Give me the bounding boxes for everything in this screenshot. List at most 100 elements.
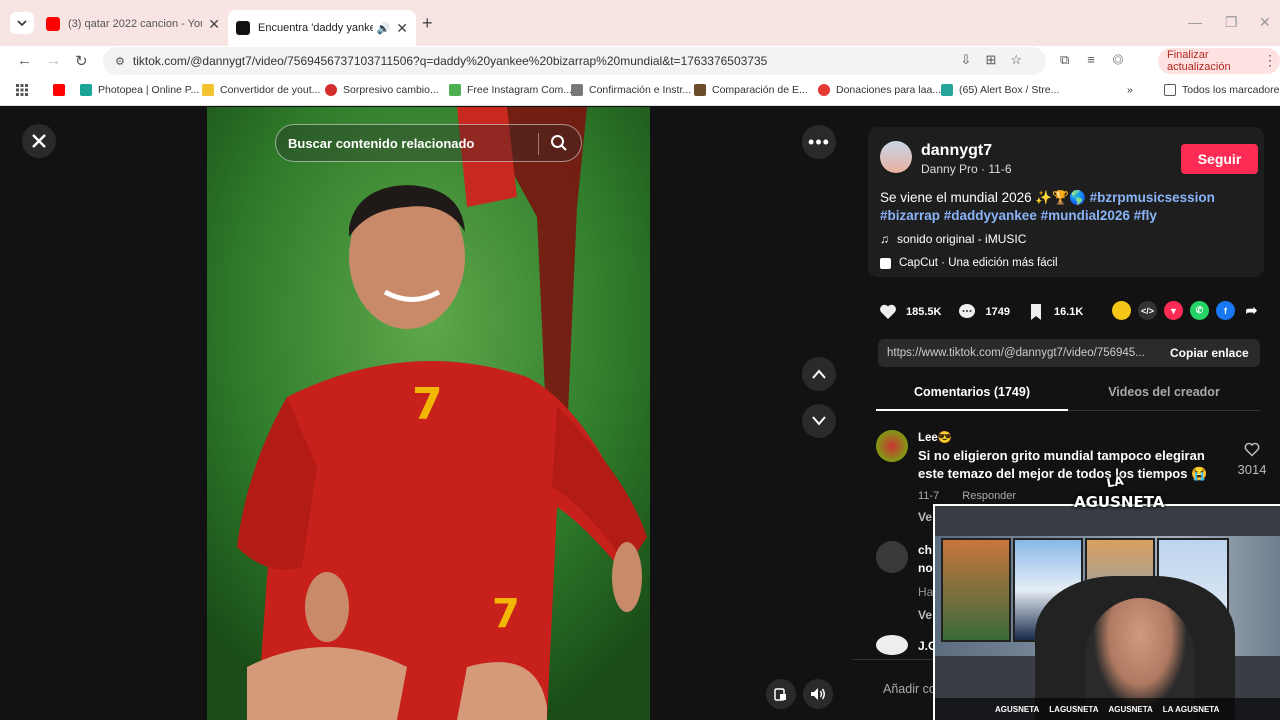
video-player[interactable]: 7 7 bbox=[207, 107, 650, 720]
volume-button[interactable] bbox=[803, 679, 833, 709]
close-tab-icon[interactable]: ✕ bbox=[396, 20, 408, 37]
bookmark-label: Sorpresivo cambio... bbox=[343, 84, 439, 96]
previous-video-button[interactable] bbox=[802, 357, 836, 391]
sound-label: sonido original - iMUSIC bbox=[897, 232, 1027, 246]
pip-icon bbox=[774, 688, 786, 701]
donation-icon bbox=[818, 84, 830, 96]
username[interactable]: dannygt7 bbox=[921, 142, 992, 160]
forward-button[interactable]: → bbox=[46, 52, 61, 69]
bookmark-item[interactable]: Photopea | Online P... bbox=[80, 84, 199, 96]
facebook-icon[interactable]: f bbox=[1216, 301, 1235, 320]
next-video-button[interactable] bbox=[802, 404, 836, 438]
address-bar[interactable]: ⚙ tiktok.com/@dannygt7/video/75694567371… bbox=[103, 47, 1046, 75]
coin-icon[interactable] bbox=[1112, 301, 1131, 320]
video-link[interactable]: https://www.tiktok.com/@dannygt7/video/7… bbox=[878, 347, 1160, 359]
share-arrow-icon[interactable]: ➦ bbox=[1242, 301, 1261, 320]
whatsapp-icon[interactable]: ✆ bbox=[1190, 301, 1209, 320]
hashtag-link[interactable]: #bizarrap #daddyyankee #mundial2026 #fly bbox=[880, 208, 1157, 223]
capcut-link[interactable]: CapCut · Una edición más fácil bbox=[880, 257, 1058, 269]
bookmark-item[interactable]: Confirmación e Instr... bbox=[571, 84, 691, 96]
webcam-overlay: AGUSNETA LAGUSNETA AGUSNETA LA AGUSNETA bbox=[933, 504, 1280, 720]
close-window-button[interactable]: ✕ bbox=[1259, 14, 1271, 31]
all-bookmarks-label: Todos los marcadores bbox=[1182, 84, 1280, 96]
close-video-button[interactable] bbox=[22, 124, 56, 158]
url-text[interactable]: tiktok.com/@dannygt7/video/7569456737103… bbox=[133, 54, 767, 68]
avatar[interactable] bbox=[876, 541, 908, 573]
comment-icon bbox=[959, 304, 976, 318]
bookmark-item[interactable]: (65) Alert Box / Stre... bbox=[941, 84, 1059, 96]
more-bookmarks-icon[interactable]: » bbox=[1127, 84, 1133, 96]
reply-button[interactable]: Responder bbox=[962, 490, 1016, 502]
comment-like-button[interactable]: 3014 bbox=[1232, 442, 1272, 477]
view-replies[interactable]: Ve bbox=[918, 510, 932, 524]
folder-icon bbox=[202, 84, 214, 96]
apps-icon[interactable] bbox=[16, 84, 28, 96]
post-caption: Se viene el mundial 2026 ✨🏆🌎 #bzrpmusics… bbox=[880, 189, 1250, 225]
link-icon bbox=[571, 84, 583, 96]
avatar[interactable] bbox=[876, 430, 908, 462]
tab-youtube[interactable]: (3) qatar 2022 cancion - YouTube ✕ bbox=[38, 10, 228, 38]
search-icon[interactable] bbox=[550, 134, 568, 155]
all-bookmarks[interactable]: Todos los marcadores bbox=[1164, 84, 1280, 96]
close-icon bbox=[32, 134, 46, 148]
youtube-handle: LA AGUSNETA bbox=[1162, 704, 1220, 714]
tab-strip: (3) qatar 2022 cancion - YouTube ✕ Encue… bbox=[0, 0, 1280, 46]
send-icon[interactable]: ▼ bbox=[1164, 301, 1183, 320]
minimize-button[interactable]: — bbox=[1188, 14, 1202, 30]
bookmark-item[interactable]: Comparación de E... bbox=[694, 84, 808, 96]
bookmark-item[interactable]: Convertidor de yout... bbox=[202, 84, 320, 96]
engagement-stats: 185.5K 1749 16.1K bbox=[878, 300, 1099, 324]
tab-search-button[interactable] bbox=[10, 12, 34, 34]
heart-outline-icon bbox=[1244, 442, 1260, 457]
back-button[interactable]: ← bbox=[17, 52, 32, 69]
video-frame-image: 7 7 bbox=[207, 107, 650, 720]
reload-button[interactable]: ↻ bbox=[75, 52, 88, 70]
menu-icon[interactable]: ⋮ bbox=[1263, 52, 1277, 69]
speaker-icon[interactable]: 🔊 bbox=[377, 22, 391, 35]
youtube-icon bbox=[46, 17, 60, 31]
tab-tiktok[interactable]: Encuentra 'daddy yankee b 🔊 ✕ bbox=[228, 10, 416, 46]
restore-button[interactable]: ❐ bbox=[1225, 14, 1238, 31]
more-options-button[interactable]: ••• bbox=[802, 125, 836, 159]
new-tab-button[interactable]: + bbox=[422, 13, 433, 34]
view-replies[interactable]: Ve bbox=[918, 608, 932, 622]
like-button[interactable]: 185.5K bbox=[878, 302, 941, 322]
related-search-input[interactable]: Buscar contenido relacionado bbox=[275, 124, 582, 162]
close-tab-icon[interactable]: ✕ bbox=[208, 16, 220, 33]
tab-creator-videos[interactable]: Videos del creador bbox=[1068, 385, 1260, 399]
hashtag-link[interactable]: #bzrpmusicsession bbox=[1090, 190, 1215, 205]
update-button[interactable]: Finalizar actualización bbox=[1158, 48, 1280, 74]
comment-username[interactable]: ch bbox=[918, 543, 932, 557]
picture-in-picture-button[interactable] bbox=[766, 679, 796, 709]
photopea-icon bbox=[80, 84, 92, 96]
copy-link-button[interactable]: Copiar enlace bbox=[1160, 346, 1249, 360]
comment-button[interactable]: 1749 bbox=[957, 302, 1010, 322]
bookmark-label: Free Instagram Com... bbox=[467, 84, 573, 96]
tiktok-icon bbox=[236, 21, 250, 35]
tab-comments[interactable]: Comentarios (1749) bbox=[876, 385, 1068, 399]
compare-icon bbox=[694, 84, 706, 96]
bookmark-item[interactable]: Donaciones para laa... bbox=[818, 84, 941, 96]
comment-count: 1749 bbox=[985, 306, 1010, 318]
comment-username[interactable]: Lee😎 bbox=[918, 430, 952, 444]
embed-icon[interactable]: </> bbox=[1138, 301, 1157, 320]
save-button[interactable]: 16.1K bbox=[1026, 302, 1083, 322]
bookmark-item[interactable]: Free Instagram Com... bbox=[449, 84, 572, 96]
extension-icons[interactable]: ⧉≡◎ bbox=[1060, 52, 1141, 68]
user-subtitle: Danny Pro · 11-6 bbox=[921, 162, 1012, 176]
site-info-icon[interactable]: ⚙ bbox=[115, 55, 125, 68]
follow-button[interactable]: Seguir bbox=[1181, 144, 1258, 174]
divider bbox=[538, 133, 539, 155]
comment-like-count: 3014 bbox=[1237, 462, 1267, 477]
add-comment-input[interactable]: Añadir co bbox=[883, 682, 936, 696]
comment-text: no bbox=[918, 561, 933, 575]
instagram-icon bbox=[449, 84, 461, 96]
bookmark-icon bbox=[1030, 304, 1041, 320]
avatar[interactable] bbox=[876, 635, 908, 655]
bookmark-item[interactable]: Sorpresivo cambio... bbox=[325, 84, 439, 96]
avatar[interactable] bbox=[880, 141, 912, 173]
bookmark-youtube[interactable] bbox=[53, 84, 71, 96]
omnibox-icons[interactable]: ⇩⊞☆ bbox=[961, 52, 1036, 68]
comment-text: Si no eligieron grito mundial tampoco el… bbox=[918, 448, 1208, 481]
sound-link[interactable]: ♫ sonido original - iMUSIC bbox=[880, 232, 1026, 246]
